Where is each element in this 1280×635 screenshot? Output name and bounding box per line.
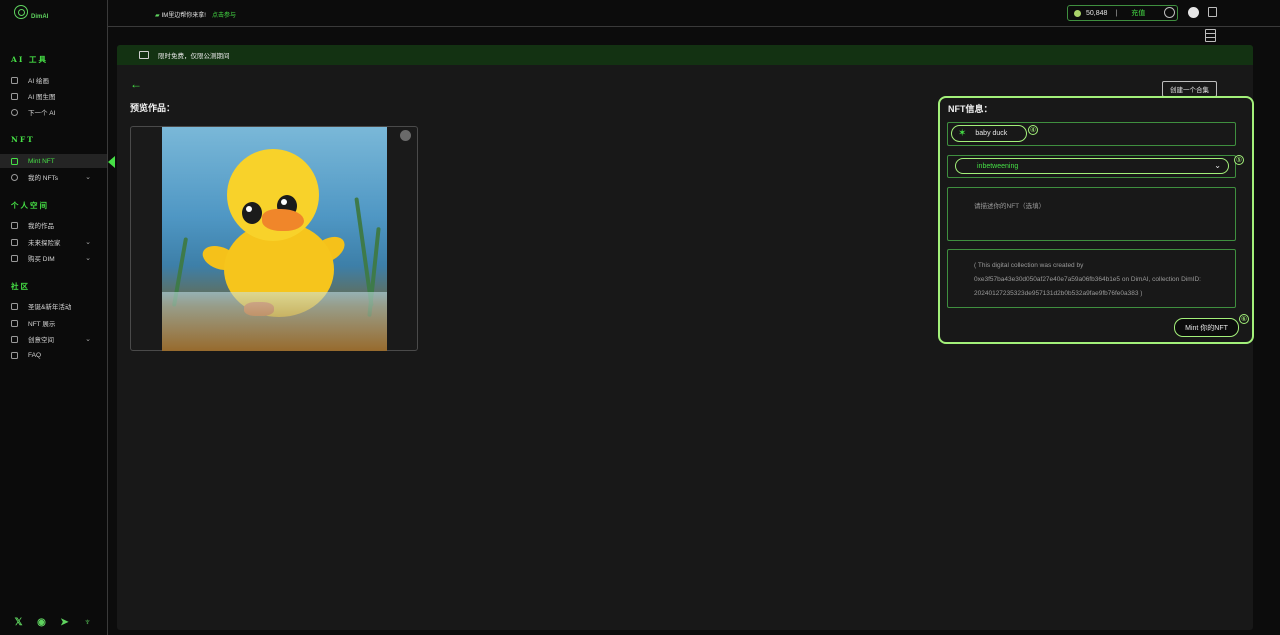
x-icon[interactable]: 𝕏 bbox=[13, 617, 24, 628]
podcast-icon[interactable]: ♆ bbox=[82, 617, 93, 628]
section-ai-tools: AI 工具 bbox=[11, 55, 48, 64]
logo-icon bbox=[14, 5, 28, 19]
faq-icon bbox=[11, 351, 18, 359]
discord-icon[interactable]: ◉ bbox=[36, 617, 47, 628]
section-community: 社区 bbox=[11, 282, 30, 291]
sidebar-item-label: NFT 展示 bbox=[28, 321, 56, 328]
sidebar-item-my-nfts[interactable]: 我的 NFTs ⌄ bbox=[0, 170, 107, 184]
star-icon: ✶ bbox=[958, 128, 967, 139]
image-icon bbox=[11, 92, 18, 100]
banner-text: 限时免费，仅限公测期间 bbox=[158, 53, 230, 60]
collection-value: inbetweening bbox=[977, 162, 1019, 170]
step-marker-4: ④ bbox=[1028, 125, 1038, 135]
create-collection-button[interactable]: 创建一个合集 bbox=[1162, 81, 1217, 97]
nft-name-field[interactable]: ✶ baby duck bbox=[947, 122, 1236, 146]
image-icon bbox=[11, 302, 18, 310]
chevron-down-icon: ⌄ bbox=[85, 174, 91, 181]
promo-banner: 限时免费，仅限公测期间 bbox=[117, 45, 1253, 65]
globe-icon[interactable] bbox=[1164, 7, 1175, 18]
sidebar-item-future-explorer[interactable]: 未来探险家 ⌄ bbox=[0, 235, 107, 249]
expand-icon[interactable] bbox=[400, 130, 411, 141]
social-links: 𝕏 ◉ ➤ ♆ bbox=[13, 617, 93, 628]
sidebar-item-mint-nft[interactable]: Mint NFT bbox=[0, 154, 107, 168]
balance-value: 50,848 bbox=[1086, 9, 1108, 17]
info-icon bbox=[11, 108, 18, 116]
sidebar-item-label: 我的作品 bbox=[28, 223, 54, 230]
top-header: ▰ IM里边帮你来拿! 点击参与 50,848 | 充值 bbox=[108, 0, 1280, 42]
chevron-down-icon: ⌄ bbox=[85, 336, 91, 343]
section-personal-space: 个人空间 bbox=[11, 201, 49, 210]
nft-credit-box: ( This digital collection was created by… bbox=[947, 249, 1236, 308]
description-placeholder: 请描述你的NFT（选填） bbox=[974, 203, 1046, 210]
balance-separator: | bbox=[1115, 9, 1118, 17]
mint-icon bbox=[11, 157, 18, 165]
notice-link[interactable]: 点击参与 bbox=[212, 13, 236, 19]
recharge-button[interactable]: 充值 bbox=[1131, 8, 1145, 18]
sidebar-item-ai-drawing[interactable]: AI 绘画 bbox=[0, 73, 107, 87]
document-icon bbox=[11, 319, 18, 327]
active-indicator bbox=[108, 156, 115, 168]
sidebar-item-faq[interactable]: FAQ bbox=[0, 348, 107, 362]
sidebar-item-creative-space[interactable]: 创意空间 ⌄ bbox=[0, 332, 107, 346]
step-marker-5: ⑤ bbox=[1234, 155, 1244, 165]
box-icon bbox=[11, 221, 18, 229]
collection-select[interactable]: inbetweening ⌄ bbox=[955, 158, 1229, 174]
step-marker-6: ⑥ bbox=[1239, 314, 1249, 324]
collection-select-field[interactable]: inbetweening ⌄ bbox=[947, 155, 1236, 178]
section-nft: NFT bbox=[11, 135, 35, 144]
monitor-icon bbox=[139, 51, 149, 59]
sidebar-item-christmas-event[interactable]: 圣诞&新年活动 bbox=[0, 299, 107, 313]
nft-name-input[interactable]: ✶ baby duck bbox=[951, 125, 1027, 142]
sidebar-item-my-works[interactable]: 我的作品 bbox=[0, 218, 107, 232]
mint-nft-button[interactable]: Mint 你的NFT bbox=[1174, 318, 1239, 337]
logo-text: DimAI bbox=[31, 14, 49, 20]
image-icon bbox=[11, 76, 18, 84]
dimai-logo[interactable]: DimAI bbox=[14, 5, 64, 23]
chevron-down-icon: ⌄ bbox=[85, 255, 91, 262]
sidebar-item-label: Mint NFT bbox=[28, 157, 55, 165]
sidebar-item-label: 下一个 AI bbox=[28, 110, 56, 117]
sidebar-item-buy-dim[interactable]: 购买 DIM ⌄ bbox=[0, 251, 107, 265]
sidebar-item-label: 创意空间 bbox=[28, 337, 54, 344]
sidebar-item-label: 我的 NFTs bbox=[28, 175, 58, 182]
sidebar-item-next-ai[interactable]: 下一个 AI bbox=[0, 105, 107, 119]
nft-name-value: baby duck bbox=[975, 130, 1008, 137]
megaphone-icon: ▰ bbox=[155, 13, 160, 19]
nft-info-title: NFT信息： bbox=[948, 104, 993, 114]
avatar[interactable] bbox=[1188, 7, 1199, 18]
back-arrow-icon[interactable]: ← bbox=[130, 77, 142, 91]
preview-title: 预览作品： bbox=[130, 103, 176, 113]
sidebar-item-ai-img2img[interactable]: AI 图生图 bbox=[0, 89, 107, 103]
sidebar-item-label: 未来探险家 bbox=[28, 240, 61, 247]
nft-info-panel: NFT信息： ✶ baby duck ④ inbetweening ⌄ ⑤ 请描… bbox=[938, 96, 1254, 344]
notice-text: IM里边帮你来拿! bbox=[161, 13, 206, 19]
sidebar-item-label: 圣诞&新年活动 bbox=[28, 304, 72, 311]
sidebar: DimAI AI 工具 AI 绘画 AI 图生图 下一个 AI NFT Mint… bbox=[0, 0, 108, 635]
nft-icon bbox=[11, 173, 18, 181]
sidebar-item-label: FAQ bbox=[28, 351, 42, 359]
balance-widget: 50,848 | 充值 bbox=[1067, 5, 1178, 21]
telegram-icon[interactable]: ➤ bbox=[59, 617, 70, 628]
sidebar-item-label: AI 绘画 bbox=[28, 78, 49, 85]
cart-icon bbox=[11, 254, 18, 262]
logout-icon[interactable] bbox=[1208, 7, 1217, 17]
sidebar-item-label: 购买 DIM bbox=[28, 256, 55, 263]
duck-artwork bbox=[162, 127, 387, 351]
layout-toggle-icon[interactable] bbox=[1205, 29, 1216, 42]
sidebar-item-label: AI 图生图 bbox=[28, 94, 56, 101]
header-notice: ▰ IM里边帮你来拿! 点击参与 bbox=[155, 10, 236, 19]
image-icon bbox=[11, 238, 18, 246]
credit-text: ( This digital collection was created by… bbox=[974, 262, 1201, 297]
chevron-down-icon: ⌄ bbox=[85, 239, 91, 246]
nft-description-input[interactable]: 请描述你的NFT（选填） bbox=[947, 187, 1236, 241]
preview-image-frame bbox=[130, 126, 418, 351]
image-icon bbox=[11, 335, 18, 343]
chevron-down-icon: ⌄ bbox=[1214, 161, 1221, 170]
sidebar-item-nft-showcase[interactable]: NFT 展示 bbox=[0, 316, 107, 330]
coin-icon bbox=[1074, 9, 1081, 17]
